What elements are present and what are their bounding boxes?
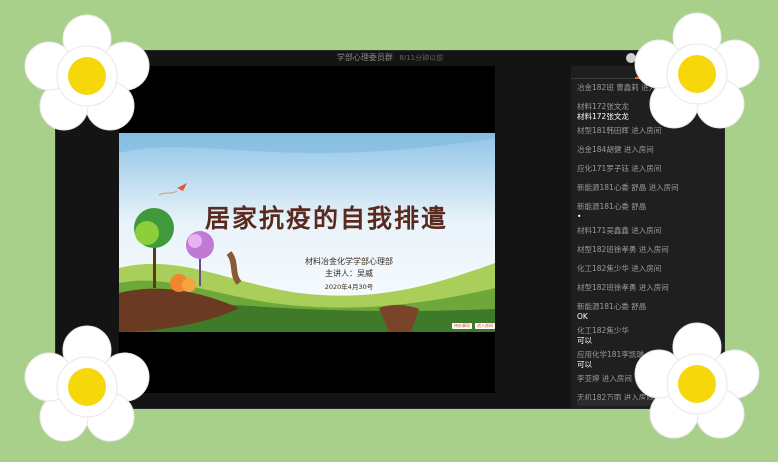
message-meta: 应化171罗子钰 进入房间	[577, 164, 662, 173]
flower-decoration-bottom-right	[634, 322, 760, 439]
window-subtitle: 8/11分钟以前	[399, 54, 444, 62]
slide-department: 材料冶金化学学部心理部	[305, 257, 393, 266]
chat-message: 应化171罗子钰 进入房间	[577, 163, 724, 182]
slide-date: 2020年4月30号	[324, 283, 374, 291]
message-meta: 化工182焦少华 进入房间	[577, 264, 662, 273]
message-meta: 材料171吴鑫鑫 进入房间	[577, 226, 662, 235]
chat-message: 材料171吴鑫鑫 进入房间	[577, 225, 724, 244]
slide-badge-1: 待办事项	[452, 323, 472, 329]
slide-speaker: 主讲人：吴威	[325, 269, 373, 278]
chat-message: 冶金184胡健 进入房间	[577, 144, 724, 163]
message-meta: 材型182班徐孝勇 进入房间	[577, 245, 669, 254]
message-meta: 新能源181心委 舒晶	[577, 302, 647, 311]
presentation-slide: 居家抗疫的自我排遣 材料冶金化学学部心理部 主讲人：吴威 2020年4月30号 …	[119, 133, 495, 332]
chat-message: 化工182焦少华 进入房间	[577, 263, 724, 282]
slide-badge-2: 进入房间	[475, 323, 495, 329]
window-title-bar: 学部心理委员群 8/11分钟以前	[56, 51, 724, 65]
message-meta: 新能源181心委 舒晶 进入房间	[577, 183, 679, 192]
chat-message: 材型182班徐孝勇 进入房间	[577, 244, 724, 263]
flower-decoration-top-right	[634, 12, 760, 129]
window-title: 学部心理委员群	[336, 53, 393, 62]
message-content: •	[577, 212, 582, 221]
message-meta: 冶金184胡健 进入房间	[577, 145, 654, 154]
slide-title: 居家抗疫的自我排遣	[205, 204, 449, 233]
chat-message: 新能源181心委 舒晶 •	[577, 201, 724, 225]
chat-message: 材型182班徐孝勇 进入房间	[577, 282, 724, 301]
meeting-window: 学部心理委员群 8/11分钟以前 居家抗疫的自我排遣 材料冶金化学学部心理部 主…	[55, 50, 725, 409]
message-meta: 新能源181心委 舒晶	[577, 202, 647, 211]
message-content: OK	[577, 312, 588, 321]
flower-decoration-top-left	[24, 14, 150, 131]
message-meta: 材型182班徐孝勇 进入房间	[577, 283, 669, 292]
chat-message: 新能源181心委 舒晶 进入房间	[577, 182, 724, 201]
flower-decoration-bottom-left	[24, 325, 150, 442]
